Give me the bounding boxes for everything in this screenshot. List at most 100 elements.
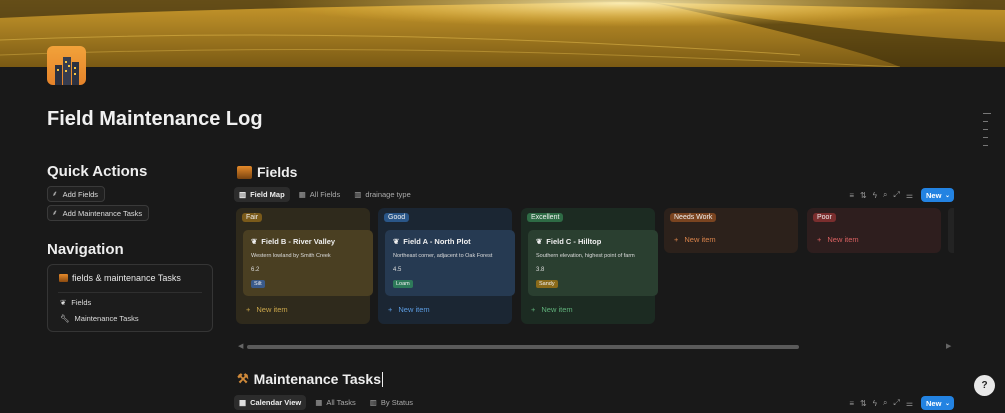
- nav-item-fields[interactable]: ❦ Fields: [60, 298, 91, 307]
- card-title: ❦ Field A - North Plot: [393, 237, 471, 246]
- filter-icon[interactable]: ≡: [849, 399, 854, 408]
- add-maintenance-tasks-button[interactable]: ⸙ Add Maintenance Tasks: [47, 205, 150, 221]
- cover-image[interactable]: [0, 0, 1005, 67]
- card-description: Northeast corner, adjacent to Oak Forest: [393, 253, 493, 259]
- horizontal-scrollbar[interactable]: [247, 345, 799, 349]
- quick-actions-heading: Quick Actions: [47, 163, 148, 180]
- card-field-b[interactable]: ❦ Field B - River Valley Western lowland …: [243, 230, 373, 296]
- new-item-button[interactable]: + New item: [817, 235, 859, 244]
- card-title-label: Field C - Hilltop: [546, 237, 602, 246]
- new-item-label: New item: [256, 305, 288, 314]
- farm-icon: [59, 274, 68, 282]
- automation-lightning-icon[interactable]: ϟ: [873, 399, 877, 408]
- tab-label: By Status: [380, 398, 413, 407]
- tab-by-status[interactable]: ▥ By Status: [365, 395, 418, 410]
- tasks-db-title[interactable]: ⚒ Maintenance Tasks: [237, 371, 384, 387]
- page-title[interactable]: Field Maintenance Log: [47, 108, 263, 131]
- chevron-down-icon: ⌄: [944, 400, 950, 407]
- tab-calendar-view[interactable]: ▦ Calendar View: [234, 395, 307, 410]
- settings-sliders-icon[interactable]: ⚌: [906, 191, 913, 200]
- help-button[interactable]: ?: [974, 375, 995, 396]
- page: Field Maintenance Log Quick Actions ⸙ Ad…: [0, 0, 1005, 413]
- card-title: ❦ Field C - Hilltop: [536, 237, 601, 246]
- nav-item-label: Maintenance Tasks: [74, 314, 139, 323]
- add-fields-label: Add Fields: [62, 189, 99, 199]
- card-field-a[interactable]: ❦ Field A - North Plot Northeast corner, …: [385, 230, 515, 296]
- board-icon: ▥: [354, 190, 362, 199]
- card-field-c[interactable]: ❦ Field C - Hilltop Southern elevation, h…: [528, 230, 658, 296]
- board-column-fair: Fair ❦ Field B - River Valley Western low…: [236, 208, 373, 324]
- search-icon[interactable]: ⌕: [883, 190, 887, 200]
- add-fields-button[interactable]: ⸙ Add Fields: [47, 186, 106, 202]
- nav-item-maintenance-tasks[interactable]: 🔧︎ Maintenance Tasks: [60, 314, 139, 323]
- new-item-button[interactable]: + New item: [388, 305, 430, 314]
- plus-icon: +: [388, 305, 393, 314]
- help-icon: ?: [981, 380, 988, 391]
- divider: [58, 292, 202, 293]
- board-column-hidden-edge: [948, 208, 954, 253]
- tab-label: Field Map: [250, 190, 285, 199]
- tab-drainage-type[interactable]: ▥ drainage type: [349, 187, 416, 202]
- navigation-heading: Navigation: [47, 241, 124, 258]
- nav-box-title[interactable]: fields & maintenance Tasks: [59, 273, 181, 283]
- tab-label: drainage type: [365, 190, 411, 199]
- plus-icon: +: [674, 235, 679, 244]
- fields-db-title-label: Fields: [257, 164, 298, 180]
- card-value: 3.8: [536, 267, 545, 273]
- board-column-needs-work: Needs Work + New item: [664, 208, 798, 253]
- hammer-pick-icon: ⚒: [237, 371, 249, 386]
- city-buildings-icon[interactable]: [47, 46, 86, 85]
- board-icon: ▥: [369, 398, 377, 407]
- nav-item-label: Fields: [71, 298, 92, 307]
- column-label[interactable]: Good: [384, 213, 410, 222]
- column-label[interactable]: Excellent: [527, 213, 564, 222]
- scroll-left-icon[interactable]: ◀: [238, 342, 243, 350]
- board-column-poor: Poor + New item: [807, 208, 941, 253]
- text-cursor: [382, 371, 384, 387]
- plus-icon: +: [531, 305, 536, 314]
- add-maintenance-tasks-label: Add Maintenance Tasks: [62, 208, 143, 218]
- navigation-box: fields & maintenance Tasks ❦ Fields 🔧︎ M…: [47, 264, 213, 332]
- plus-icon: +: [246, 305, 251, 314]
- filter-icon[interactable]: ≡: [849, 191, 854, 200]
- tasks-db-title-label: Maintenance Tasks: [253, 371, 382, 387]
- automation-lightning-icon[interactable]: ϟ: [873, 191, 877, 200]
- farm-icon: [237, 165, 252, 179]
- new-button-label: New: [926, 190, 942, 200]
- card-title-label: Field B - River Valley: [261, 237, 336, 246]
- tab-all-tasks[interactable]: ▦ All Tasks: [310, 395, 361, 410]
- column-label[interactable]: Fair: [242, 213, 263, 222]
- tab-field-map[interactable]: ▥ Field Map: [234, 187, 290, 202]
- soil-tag: Loam: [393, 280, 413, 288]
- table-of-contents-indicator[interactable]: [983, 113, 991, 153]
- fields-new-button[interactable]: New ⌄: [921, 188, 954, 202]
- tasks-view-tabs: ▦ Calendar View ▦ All Tasks ▥ By Status: [234, 395, 418, 410]
- new-item-button[interactable]: + New item: [674, 235, 716, 244]
- sort-icon[interactable]: ⇅: [860, 399, 867, 408]
- new-item-button[interactable]: + New item: [246, 305, 288, 314]
- wheat-icon: ⸙: [52, 208, 58, 217]
- card-title-label: Field A - North Plot: [403, 237, 471, 246]
- nav-box-title-label: fields & maintenance Tasks: [72, 273, 181, 283]
- new-item-label: New item: [541, 305, 573, 314]
- settings-sliders-icon[interactable]: ⚌: [906, 399, 913, 408]
- column-label[interactable]: Poor: [813, 213, 836, 222]
- search-icon[interactable]: ⌕: [883, 398, 887, 408]
- new-item-label: New item: [827, 235, 859, 244]
- tab-label: All Fields: [309, 190, 341, 199]
- leaf-icon: ❦: [393, 237, 400, 246]
- sort-icon[interactable]: ⇅: [860, 191, 867, 200]
- tasks-new-button[interactable]: New ⌄: [921, 396, 954, 410]
- expand-icon[interactable]: ⤢: [893, 190, 899, 200]
- fields-toolbar: ≡ ⇅ ϟ ⌕ ⤢ ⚌: [849, 190, 913, 200]
- tab-all-fields[interactable]: ▦ All Fields: [294, 187, 346, 202]
- scroll-right-icon[interactable]: ▶: [946, 342, 951, 350]
- fields-db-title[interactable]: Fields: [237, 164, 297, 180]
- card-description: Southern elevation, highest point of far…: [536, 253, 635, 259]
- column-label[interactable]: Needs Work: [670, 213, 717, 222]
- new-item-button[interactable]: + New item: [531, 305, 573, 314]
- card-description: Western lowland by Smith Creek: [251, 253, 331, 259]
- expand-icon[interactable]: ⤢: [893, 398, 899, 408]
- tab-label: Calendar View: [250, 398, 302, 407]
- board-icon: ▥: [239, 190, 247, 199]
